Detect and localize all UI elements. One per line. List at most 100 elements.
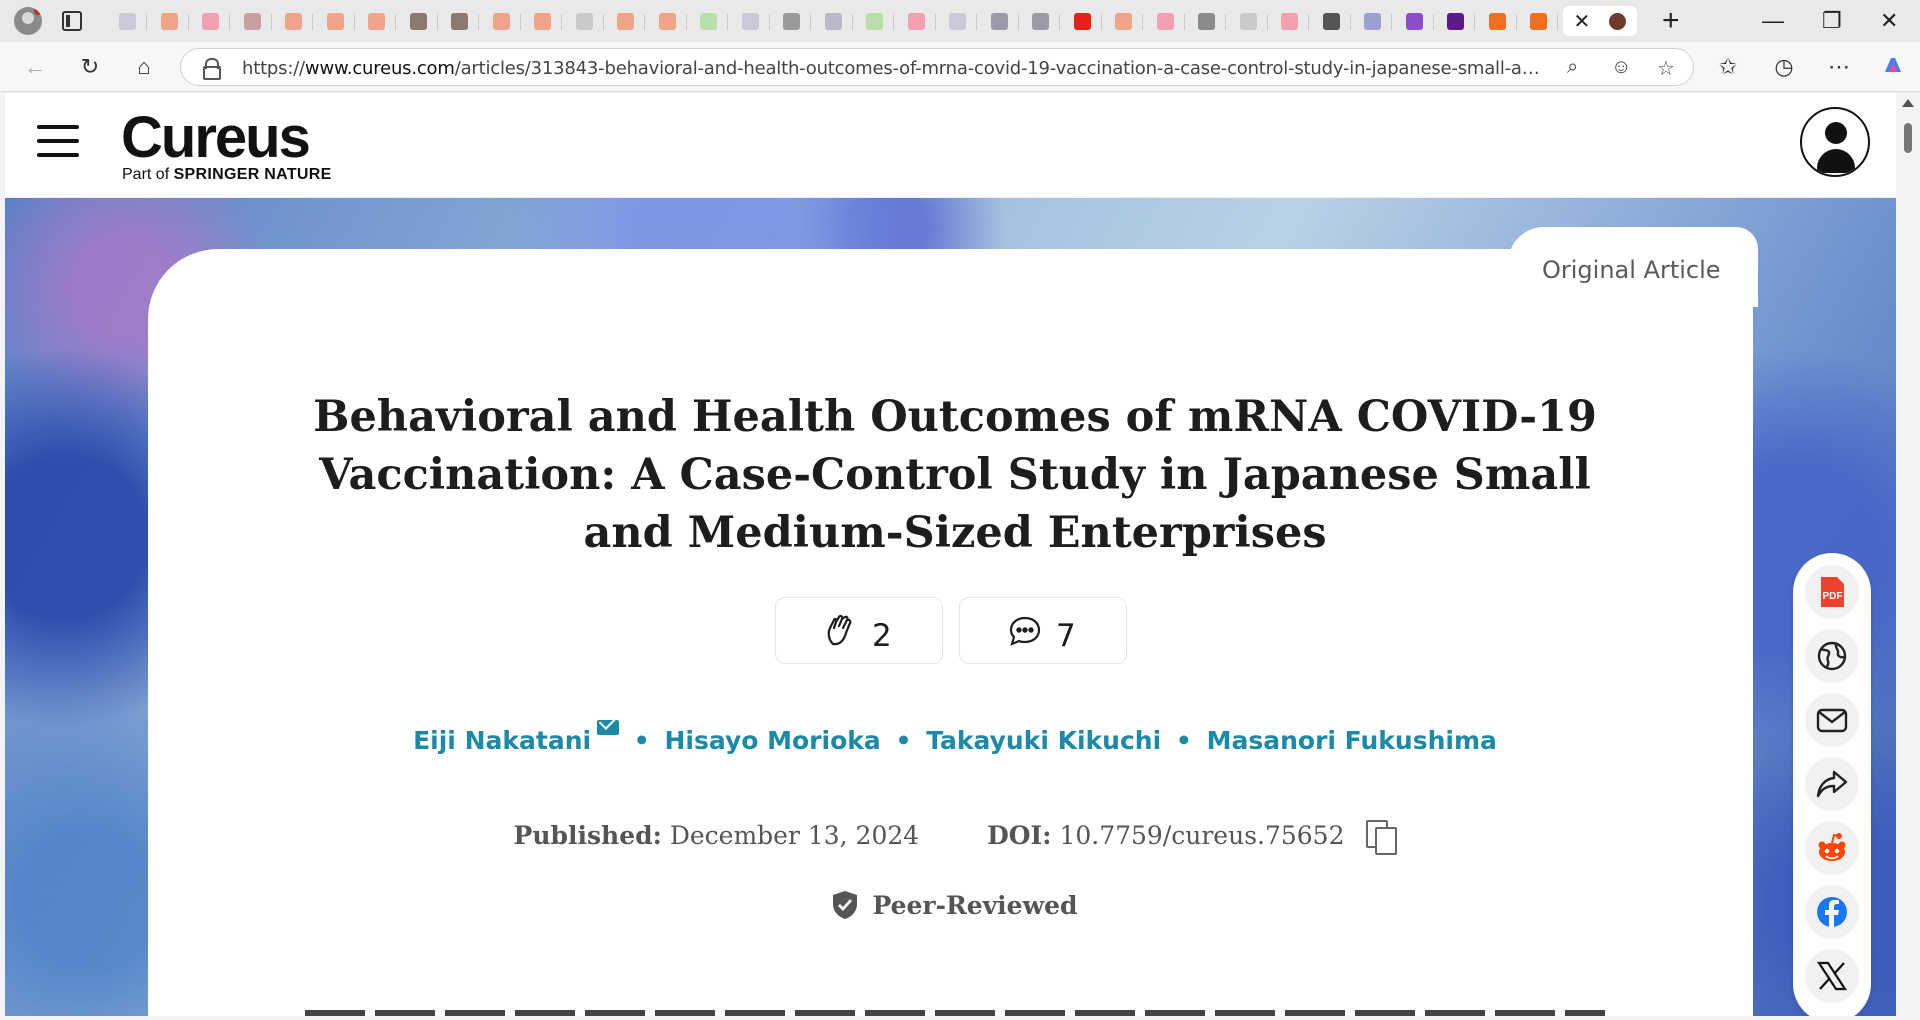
author-link[interactable]: Masanori Fukushima [1207,726,1497,755]
email-author-icon[interactable] [597,720,620,735]
browser-tab[interactable] [938,6,977,36]
browser-tab[interactable] [1146,6,1185,36]
browser-tab[interactable] [897,6,936,36]
browser-tab[interactable] [855,6,894,36]
browser-tab[interactable] [1478,6,1517,36]
reddit-icon[interactable] [1805,821,1859,875]
browser-tab[interactable] [1353,6,1392,36]
restore-button[interactable]: ❐ [1822,8,1842,34]
cureus-logo[interactable]: Cureus [121,105,311,171]
email-icon[interactable] [1805,693,1859,747]
author-link[interactable]: Eiji Nakatani [413,726,591,755]
browser-tab[interactable] [233,6,272,36]
menu-icon[interactable] [37,125,79,157]
browser-tab[interactable] [980,6,1019,36]
browser-tab[interactable] [731,6,770,36]
browser-tab[interactable] [316,6,355,36]
globe-icon[interactable] [1805,629,1859,683]
x-icon[interactable] [1805,949,1859,1003]
reading-mode-icon[interactable]: ☺ [1611,56,1631,79]
comment-icon [1008,614,1042,648]
new-tab-button[interactable]: + [1662,4,1680,38]
claps-button[interactable]: 2 [775,597,943,664]
browser-tab[interactable] [1519,6,1558,36]
author-link[interactable]: Hisayo Morioka [664,726,880,755]
scroll-up-arrow-icon[interactable] [1902,99,1914,107]
close-window-button[interactable]: ✕ [1880,8,1898,34]
close-tab-icon[interactable]: ✕ [1574,9,1591,34]
browser-tab[interactable] [772,6,811,36]
tab-favicon-icon [492,13,510,30]
browser-tab[interactable] [1063,6,1102,36]
lock-icon[interactable] [203,58,221,80]
facebook-icon[interactable] [1805,885,1859,939]
browser-tab[interactable] [648,6,687,36]
browser-tab[interactable] [1312,6,1351,36]
comments-button[interactable]: 7 [959,597,1127,664]
active-tab[interactable]: ✕ [1562,6,1637,36]
browser-tab[interactable] [1229,6,1268,36]
browser-tab[interactable] [523,6,562,36]
doi-value[interactable]: 10.7759/cureus.75652 [1059,821,1344,850]
tab-favicon-icon [700,13,717,30]
share-sidebar: PDF [1793,553,1871,1016]
url-text[interactable]: https://www.cureus.com/articles/313843-b… [242,58,1542,79]
notification-dot [34,7,42,15]
browser-tab[interactable] [1270,6,1309,36]
author-link[interactable]: Takayuki Kikuchi [926,726,1161,755]
copy-icon[interactable] [1366,820,1398,855]
browser-tab[interactable] [399,6,438,36]
address-bar[interactable]: https://www.cureus.com/articles/313843-b… [180,48,1694,86]
browser-tab[interactable] [108,6,147,36]
tab-favicon-icon [824,13,842,30]
tab-favicon-icon [243,13,261,30]
share-icon[interactable] [1805,757,1859,811]
refresh-icon[interactable]: ↻ [77,54,103,80]
profile-avatar-icon[interactable] [14,7,42,35]
page-scrollbar[interactable] [1896,93,1920,1020]
browser-tab[interactable] [1395,6,1434,36]
home-icon[interactable]: ⌂ [131,54,157,80]
browser-tab[interactable] [1436,6,1475,36]
browser-tab[interactable] [482,6,521,36]
browser-tab[interactable] [606,6,645,36]
browser-tab[interactable] [440,6,479,36]
claps-count: 2 [872,618,892,654]
browser-tab[interactable] [565,6,604,36]
tab-favicon-icon [326,13,344,30]
scrollbar-thumb[interactable] [1904,123,1912,153]
browser-tab[interactable] [191,6,230,36]
pdf-icon-label: PDF [1823,591,1843,602]
browser-tab[interactable] [814,6,853,36]
back-icon[interactable]: ← [22,54,48,80]
tab-favicon-icon [1530,13,1547,30]
browser-tab[interactable] [1187,6,1226,36]
account-icon[interactable] [1800,107,1870,177]
published-date: December 13, 2024 [669,821,920,850]
favorite-star-icon[interactable]: ☆ [1657,56,1675,81]
tab-favicon-icon [990,13,1008,30]
zoom-icon[interactable]: ⌕ [1567,56,1578,79]
copilot-icon[interactable] [1880,54,1906,80]
pdf-icon[interactable]: PDF [1805,565,1859,619]
browser-tab[interactable] [274,6,313,36]
history-icon[interactable]: ◷ [1771,54,1797,80]
browser-tab[interactable] [1104,6,1143,36]
tab-favicon-icon [949,13,966,30]
browser-tab[interactable] [150,6,189,36]
author-list: Eiji Nakatani • Hisayo Morioka • Takayuk… [305,720,1605,755]
more-options-icon[interactable]: ⋯ [1826,54,1852,80]
minimize-button[interactable]: — [1762,8,1784,34]
tab-actions-icon[interactable] [62,11,82,31]
browser-tab[interactable] [1021,6,1060,36]
author-separator: • [1175,726,1192,755]
peer-reviewed-badge: Peer-Reviewed [305,890,1605,920]
browser-tab[interactable] [689,6,728,36]
tab-favicon-icon [1405,13,1423,30]
tab-favicon-icon [658,13,676,30]
browser-tab[interactable] [357,6,396,36]
tab-favicon-icon [451,13,468,30]
favorites-icon[interactable]: ✩ [1715,54,1741,80]
tab-favicon-icon [1281,13,1298,30]
article-title: Behavioral and Health Outcomes of mRNA C… [313,392,1597,558]
